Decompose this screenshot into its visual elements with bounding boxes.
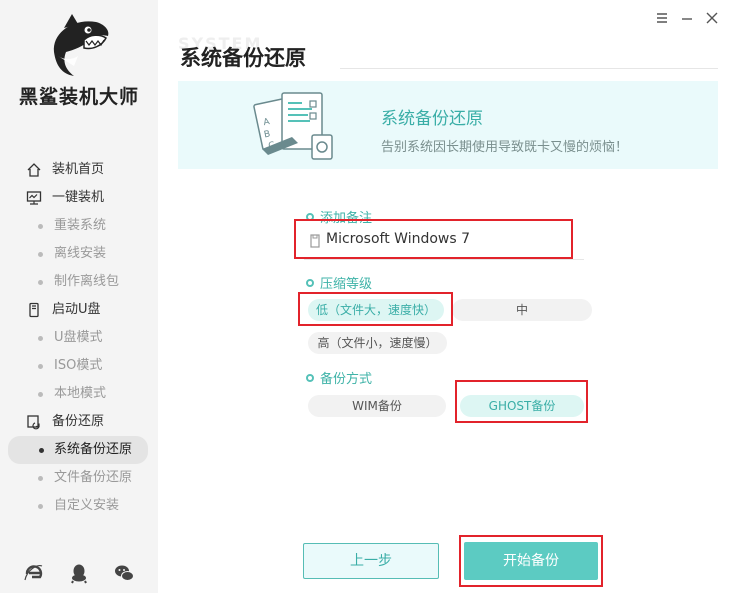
usb-icon xyxy=(29,302,39,318)
sidebar-item-label: 备份还原 xyxy=(52,414,105,429)
sidebar-sub-label: 离线安装 xyxy=(54,246,107,261)
sidebar-sub-label: 自定义安装 xyxy=(54,498,120,513)
sidebar-sub-label: 制作离线包 xyxy=(54,274,120,289)
close-icon[interactable] xyxy=(704,10,720,26)
sidebar-nav: 装机首页 一键装机 重装系统 离线安装 制作离线包 启动U盘 U盘模式 ISO模… xyxy=(0,156,158,520)
sidebar-sub-label: 系统备份还原 xyxy=(54,442,133,457)
section-marker-icon xyxy=(306,374,314,382)
sidebar-sub-file-backup[interactable]: 文件备份还原 xyxy=(0,464,158,492)
bullet-dot xyxy=(38,504,43,509)
sidebar-sub-label: U盘模式 xyxy=(54,330,103,345)
sidebar-sub-make-offline-pack[interactable]: 制作离线包 xyxy=(0,268,158,296)
page-title: 系统备份还原 xyxy=(180,46,306,70)
sidebar-sub-label: 重装系统 xyxy=(54,218,107,233)
brand-name: 黑鲨装机大师 xyxy=(18,86,139,108)
social-links xyxy=(0,562,158,586)
sidebar-sub-iso-mode[interactable]: ISO模式 xyxy=(0,352,158,380)
compress-option-medium[interactable]: 中 xyxy=(452,299,592,321)
sidebar-item-boot-usb[interactable]: 启动U盘 xyxy=(0,296,158,324)
title-divider xyxy=(340,68,718,69)
menu-icon[interactable] xyxy=(654,10,670,26)
compress-section-label: 压缩等级 xyxy=(306,273,372,292)
method-section-label: 备份方式 xyxy=(306,368,372,387)
sidebar-item-backup-restore[interactable]: 备份还原 xyxy=(0,408,158,436)
sidebar-sub-usb-mode[interactable]: U盘模式 xyxy=(0,324,158,352)
bullet-dot xyxy=(38,280,43,285)
previous-step-button[interactable]: 上一步 xyxy=(303,543,439,579)
sidebar-sub-offline-install[interactable]: 离线安装 xyxy=(0,240,158,268)
banner-subtitle: 告别系统因长期使用导致既卡又慢的烦恼！ xyxy=(381,140,629,155)
section-marker-icon xyxy=(306,279,314,287)
bullet-dot xyxy=(38,392,43,397)
monitor-icon xyxy=(26,191,42,205)
ie-icon[interactable] xyxy=(23,562,45,584)
compress-label: 压缩等级 xyxy=(320,277,373,292)
sidebar-sub-system-backup[interactable]: 系统备份还原 xyxy=(8,436,148,464)
sidebar-item-one-click-install[interactable]: 一键装机 xyxy=(0,184,158,212)
bullet-dot xyxy=(38,224,43,229)
bullet-dot xyxy=(38,364,43,369)
minimize-icon[interactable] xyxy=(679,10,695,26)
bullet-dot xyxy=(38,476,43,481)
sidebar-sub-label: 本地模式 xyxy=(54,386,107,401)
qq-icon[interactable] xyxy=(68,562,90,584)
sidebar-sub-label: 文件备份还原 xyxy=(54,470,133,485)
bullet-dot xyxy=(38,252,43,257)
sidebar-item-label: 一键装机 xyxy=(52,190,105,205)
backup-documents-illustration: A B C xyxy=(253,92,333,160)
sidebar-sub-custom-install[interactable]: 自定义安装 xyxy=(0,492,158,520)
method-option-wim[interactable]: WIM备份 xyxy=(308,395,446,417)
sidebar-sub-local-mode[interactable]: 本地模式 xyxy=(0,380,158,408)
highlight-box-method xyxy=(455,380,588,423)
highlight-box-start xyxy=(459,535,603,587)
sidebar-item-home[interactable]: 装机首页 xyxy=(0,156,158,184)
feature-banner: A B C 系统备份还原 告别系统因长期使用导致既卡又慢的烦恼！ xyxy=(178,81,718,169)
sidebar-sub-label: ISO模式 xyxy=(54,358,103,373)
highlight-box-compress xyxy=(298,292,453,326)
highlight-box-note xyxy=(294,219,573,259)
sidebar-sub-reinstall[interactable]: 重装系统 xyxy=(0,212,158,240)
banner-title: 系统备份还原 xyxy=(381,109,483,129)
sidebar-item-label: 装机首页 xyxy=(52,162,105,177)
sidebar-item-label: 启动U盘 xyxy=(52,302,101,317)
sidebar: 黑鲨装机大师 装机首页 一键装机 重装系统 离线安装 制作离线包 启动U盘 U盘… xyxy=(0,0,158,593)
home-icon xyxy=(27,163,41,177)
restore-icon xyxy=(27,415,40,430)
method-label: 备份方式 xyxy=(320,372,373,387)
compress-option-high[interactable]: 高（文件小，速度慢） xyxy=(308,332,447,354)
bullet-dot xyxy=(39,448,44,453)
bullet-dot xyxy=(38,336,43,341)
wechat-icon[interactable] xyxy=(113,562,135,584)
shark-logo-icon xyxy=(53,14,109,76)
